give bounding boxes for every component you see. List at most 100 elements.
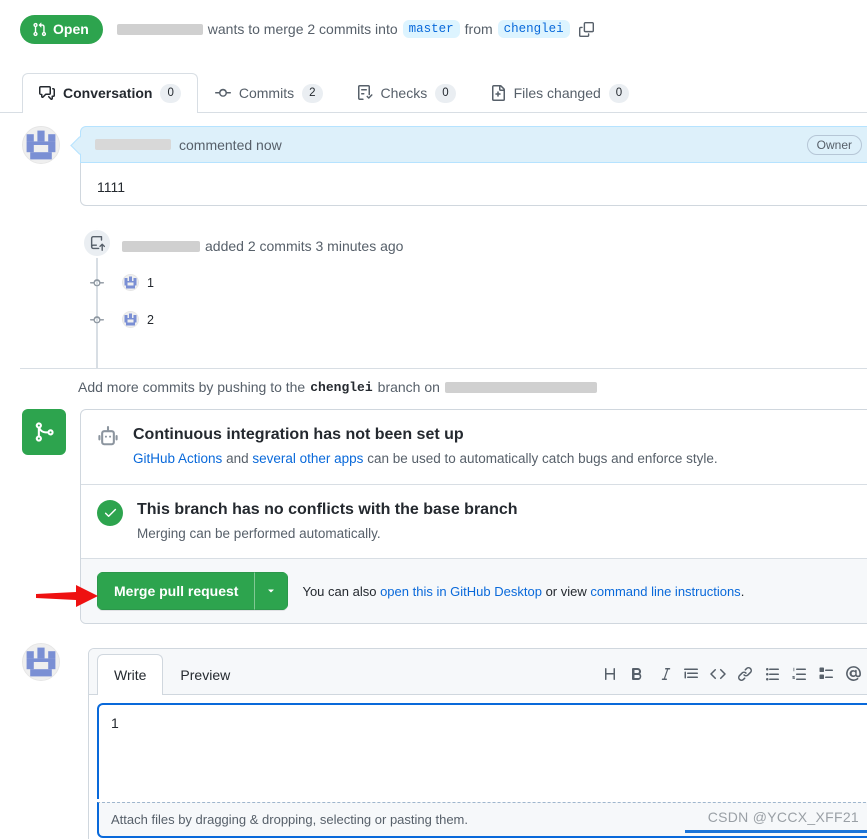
tab-commits-label: Commits [238,85,295,102]
timeline-commit-row[interactable]: 1 [0,264,867,301]
editor-avatar[interactable] [22,643,60,681]
base-branch-chip[interactable]: master [402,20,460,38]
tab-commits[interactable]: Commits 2 [198,73,340,113]
add-commits-prefix: Add more commits by pushing to the [78,379,306,395]
italic-icon[interactable] [656,666,672,682]
tab-conversation[interactable]: Conversation 0 [22,72,198,113]
timeline-push-event: added 2 commits 3 minutes ago [0,228,867,264]
pr-header-text: wants to merge 2 commits into master fro… [116,20,594,38]
commit-meta: 2 [122,311,154,328]
merge-button-label: Merge pull request [97,572,255,611]
tab-preview[interactable]: Preview [163,654,247,695]
tab-checks-label: Checks [380,85,428,102]
ci-status-section: Continuous integration has not been set … [81,410,867,485]
bottom-accent-bar [685,830,867,833]
git-commit-dot-icon [88,276,106,290]
repo-push-icon [82,228,112,258]
github-desktop-link[interactable]: open this in GitHub Desktop [380,584,542,599]
editor-tabbar: Write Preview [89,649,867,695]
code-icon[interactable] [710,666,726,682]
commit-author-identicon [122,311,139,328]
ci-status-text: Continuous integration has not been set … [133,424,718,470]
add-more-commits-hint: Add more commits by pushing to the cheng… [78,379,597,395]
pr-state-badge[interactable]: Open [20,14,103,44]
owner-badge: Owner [806,134,862,155]
unordered-list-icon[interactable] [764,666,780,682]
pr-timeline: added 2 commits 3 minutes ago 1 2 [0,228,867,368]
tab-checks[interactable]: Checks 0 [340,73,473,113]
heading-icon[interactable] [602,666,618,682]
conflict-status-title: This branch has no conflicts with the ba… [137,500,518,518]
push-event-text: added 2 commits 3 minutes ago [122,238,403,254]
editor-toolbar [602,665,867,694]
push-event-label: added 2 commits 3 minutes ago [205,238,404,254]
link-icon[interactable] [737,666,753,682]
timeline-divider [20,368,867,369]
merge-note-prefix: You can also [302,583,377,599]
tab-write[interactable]: Write [97,654,164,695]
tab-files-changed-count: 0 [608,83,630,103]
robot-icon [97,426,119,448]
ci-sub-tail: can be used to automatically catch bugs … [367,451,718,467]
file-diff-icon [490,85,506,102]
comment-textarea[interactable] [97,703,867,799]
tab-conversation-count: 0 [160,83,181,103]
merge-pull-request-button[interactable]: Merge pull request [97,572,289,611]
mention-icon[interactable] [845,665,862,682]
merge-note: You can also open this in GitHub Desktop… [302,584,744,599]
merge-note-end: . [740,583,745,599]
pr-tabbar: Conversation 0 Commits 2 Checks 0 Files … [0,68,867,113]
watermark: CSDN @YCCX_XFF21 [707,809,859,825]
pr-header: Open wants to merge 2 commits into maste… [0,12,867,46]
tab-checks-count: 0 [435,83,456,103]
from-text: from [464,21,493,37]
comment-header: commented now Owner [70,126,867,163]
copy-icon[interactable] [578,21,594,37]
comment-card: commented now Owner 1111 [70,126,867,206]
redacted-repo [444,381,597,393]
add-commits-branch: chenglei [310,379,373,395]
git-commit-dot-icon [88,313,106,327]
comment-notch [70,136,89,155]
comment-header-right: Owner [806,134,867,155]
tab-commits-count: 2 [302,83,323,103]
head-branch-chip[interactable]: chenglei [497,20,570,38]
git-merge-icon [22,409,66,455]
task-list-icon[interactable] [818,666,834,682]
chevron-down-icon [268,589,275,593]
conflict-status-section: This branch has no conflicts with the ba… [81,485,867,560]
annotation-arrow [36,585,98,607]
comment-discussion-icon [39,85,55,101]
git-commit-icon [214,85,231,101]
merge-note-mid: or view [545,583,587,599]
bold-icon[interactable] [629,666,645,682]
tab-files-changed-label: Files changed [513,85,601,102]
commit-message[interactable]: 2 [147,313,154,327]
github-pull-request-page: Open wants to merge 2 commits into maste… [0,0,867,839]
ordered-list-icon[interactable] [791,666,807,682]
command-line-instructions-link[interactable]: command line instructions [590,584,740,599]
merge-dropdown-caret[interactable] [254,572,289,611]
comment-author-avatar[interactable] [22,126,60,164]
merge-status-box: Continuous integration has not been set … [80,409,867,625]
commit-message[interactable]: 1 [147,276,154,290]
conflict-status-text: This branch has no conflicts with the ba… [137,499,518,545]
checklist-icon [357,85,373,101]
quote-icon[interactable] [683,666,699,682]
conflict-status-sub: Merging can be performed automatically. [137,526,381,542]
timeline-commit-row[interactable]: 2 [0,301,867,338]
ci-status-sub: GitHub Actions and several other apps ca… [133,449,718,469]
check-icon [97,499,123,526]
several-other-apps-link[interactable]: several other apps [252,451,363,466]
ci-status-title: Continuous integration has not been set … [133,426,464,443]
github-actions-link[interactable]: GitHub Actions [133,451,222,466]
redacted-username [116,23,203,35]
identicon-avatar [22,643,60,681]
ci-sub-mid: and [226,451,249,467]
commented-text: commented now [179,136,282,153]
tab-conversation-label: Conversation [63,85,153,102]
pr-state-label: Open [53,21,89,37]
commit-author-identicon [122,274,139,291]
merge-action-row: Merge pull request You can also open thi… [81,559,867,624]
tab-files-changed[interactable]: Files changed 0 [473,73,647,113]
